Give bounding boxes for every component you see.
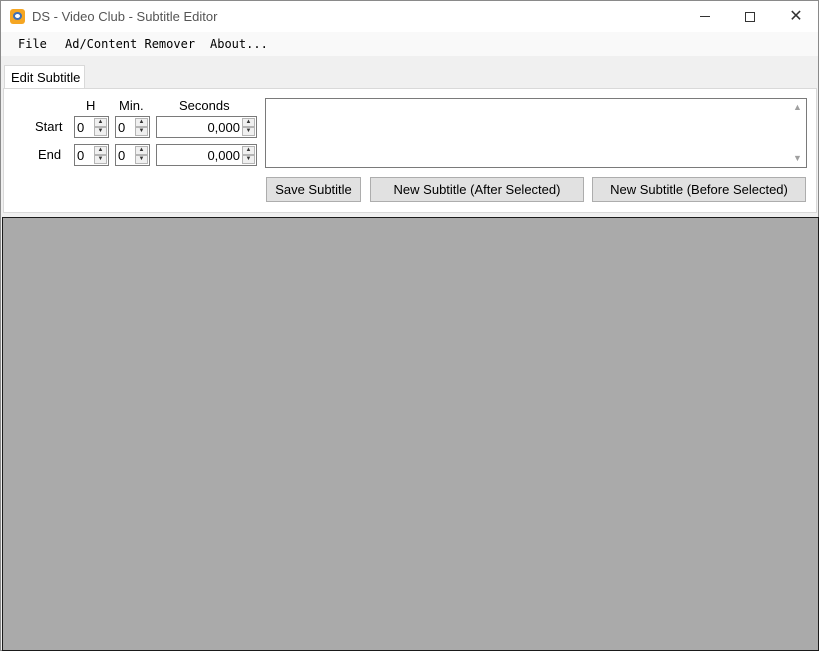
start-seconds-value: 0,000 [207, 120, 240, 135]
app-icon [10, 9, 25, 24]
increment-icon[interactable]: ▲ [242, 118, 255, 127]
video-preview-area[interactable] [2, 217, 819, 651]
new-subtitle-before-button[interactable]: New Subtitle (Before Selected) [592, 177, 806, 202]
app-window: DS - Video Club - Subtitle Editor ✕ File… [0, 0, 819, 651]
decrement-icon[interactable]: ▼ [242, 127, 255, 136]
end-minutes-spinner[interactable]: 0 ▲ ▼ [115, 144, 150, 166]
menu-bar: File Ad/Content Remover About... [1, 32, 818, 56]
new-subtitle-after-button[interactable]: New Subtitle (After Selected) [370, 177, 584, 202]
decrement-icon[interactable]: ▼ [94, 127, 107, 136]
tab-edit-subtitle[interactable]: Edit Subtitle [4, 65, 85, 89]
title-bar[interactable]: DS - Video Club - Subtitle Editor ✕ [1, 1, 818, 32]
menu-file[interactable]: File [18, 37, 47, 51]
scroll-up-icon[interactable]: ▲ [793, 102, 802, 112]
scroll-down-icon[interactable]: ▼ [793, 153, 802, 163]
start-minutes-spinner[interactable]: 0 ▲ ▼ [115, 116, 150, 138]
save-subtitle-button[interactable]: Save Subtitle [266, 177, 361, 202]
end-seconds-spinner[interactable]: 0,000 ▲ ▼ [156, 144, 257, 166]
minutes-header: Min. [119, 98, 144, 113]
window-title: DS - Video Club - Subtitle Editor [32, 9, 218, 24]
minimize-icon [700, 16, 710, 17]
close-button[interactable]: ✕ [773, 1, 819, 32]
end-minutes-value: 0 [118, 148, 126, 163]
decrement-icon[interactable]: ▼ [135, 127, 148, 136]
end-hours-value: 0 [77, 148, 85, 163]
start-seconds-spinner[interactable]: 0,000 ▲ ▼ [156, 116, 257, 138]
increment-icon[interactable]: ▲ [94, 146, 107, 155]
subtitle-text-input[interactable]: ▲ ▼ [265, 98, 807, 168]
start-hours-spinner[interactable]: 0 ▲ ▼ [74, 116, 109, 138]
maximize-button[interactable] [727, 1, 773, 32]
memo-scrollbar[interactable]: ▲ ▼ [789, 99, 806, 167]
increment-icon[interactable]: ▲ [135, 146, 148, 155]
increment-icon[interactable]: ▲ [94, 118, 107, 127]
hours-header: H [86, 98, 96, 113]
end-seconds-value: 0,000 [207, 148, 240, 163]
end-hours-spinner[interactable]: 0 ▲ ▼ [74, 144, 109, 166]
decrement-icon[interactable]: ▼ [94, 155, 107, 164]
menu-about[interactable]: About... [210, 37, 268, 51]
end-label: End [38, 147, 62, 162]
start-label: Start [35, 119, 63, 134]
increment-icon[interactable]: ▲ [135, 118, 148, 127]
minimize-button[interactable] [682, 1, 728, 32]
close-icon: ✕ [789, 7, 803, 25]
decrement-icon[interactable]: ▼ [242, 155, 255, 164]
seconds-header: Seconds [179, 98, 230, 113]
menu-ad-content-remover[interactable]: Ad/Content Remover [65, 37, 195, 51]
start-hours-value: 0 [77, 120, 85, 135]
maximize-icon [745, 11, 755, 22]
decrement-icon[interactable]: ▼ [135, 155, 148, 164]
start-minutes-value: 0 [118, 120, 126, 135]
increment-icon[interactable]: ▲ [242, 146, 255, 155]
